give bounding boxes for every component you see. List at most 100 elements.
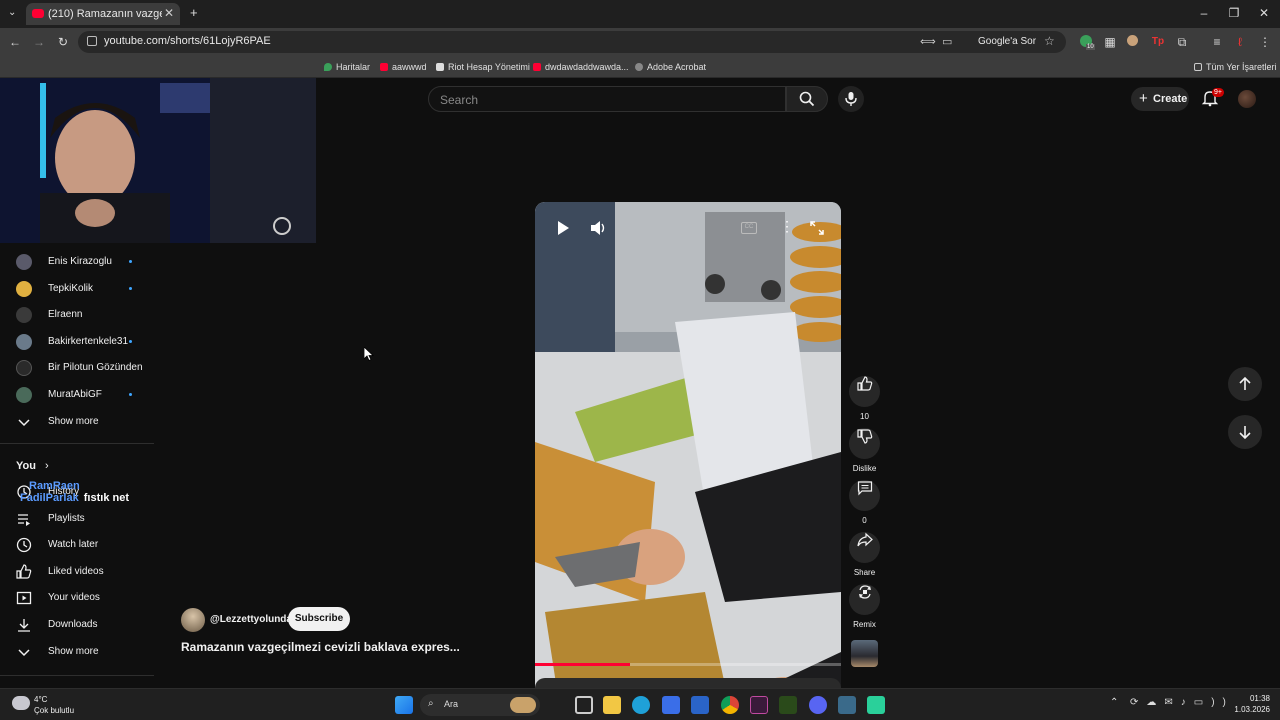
- short-title[interactable]: Ramazanın vazgeçilmezi cevizli baklava e…: [181, 640, 460, 654]
- discord-icon[interactable]: [809, 696, 827, 714]
- file-explorer-icon[interactable]: [603, 696, 621, 714]
- tab-list-chevron-icon[interactable]: ⌄: [8, 7, 16, 18]
- app-gear-icon[interactable]: [838, 696, 856, 714]
- channel-name[interactable]: @Lezzettyolunda: [210, 614, 292, 625]
- mail-icon[interactable]: [691, 696, 709, 714]
- arrow-up-icon: [1239, 376, 1251, 390]
- weather-icon[interactable]: [12, 696, 30, 710]
- subscription-elraenn[interactable]: Elraenn: [0, 304, 154, 326]
- clock-date: 1.03.2026: [1234, 705, 1270, 714]
- bookmark-adobe[interactable]: Adobe Acrobat: [635, 62, 706, 72]
- like-button[interactable]: 10: [849, 369, 880, 421]
- dislike-button[interactable]: Dislike: [849, 421, 880, 473]
- fullscreen-icon[interactable]: [810, 221, 824, 235]
- new-tab-icon[interactable]: +: [190, 5, 198, 20]
- minimize-icon[interactable]: –: [1194, 6, 1214, 20]
- browser-menu-icon[interactable]: ⋮: [1258, 35, 1272, 49]
- nav-your-videos[interactable]: Your videos: [0, 587, 154, 609]
- you-heading-label: You: [16, 460, 36, 472]
- show-more-you[interactable]: Show more: [0, 641, 154, 663]
- search-input[interactable]: Search: [428, 86, 786, 112]
- cast-icon[interactable]: ▭: [942, 35, 952, 48]
- show-more-subscriptions[interactable]: Show more: [0, 411, 154, 433]
- app-green-icon[interactable]: [779, 696, 797, 714]
- address-bar[interactable]: youtube.com/shorts/61LojyR6PAE ⟺ ▭ Googl…: [78, 31, 1066, 53]
- tray-chevron-up-icon[interactable]: ⌃: [1110, 697, 1118, 708]
- windows-start-icon[interactable]: [395, 696, 413, 714]
- restore-icon[interactable]: ❐: [1224, 6, 1244, 20]
- notification-count-badge: 9+: [1212, 88, 1224, 97]
- next-short-preview[interactable]: [535, 678, 841, 688]
- forward-icon[interactable]: →: [32, 35, 46, 49]
- remix-button[interactable]: Remix: [849, 577, 880, 629]
- play-icon[interactable]: [555, 220, 571, 236]
- search-button[interactable]: [786, 86, 828, 112]
- extension-tp-icon[interactable]: Tp: [1151, 35, 1165, 49]
- shorts-video-player[interactable]: CC ⋮: [535, 202, 841, 688]
- channel-avatar: [16, 360, 32, 376]
- google-ask-button[interactable]: Google'a Sor: [962, 34, 1042, 50]
- nav-playlists[interactable]: Playlists: [0, 508, 154, 530]
- bookmark-haritalar[interactable]: Haritalar: [324, 62, 370, 72]
- voice-search-button[interactable]: [838, 86, 864, 112]
- site-info-icon[interactable]: [87, 36, 97, 46]
- more-options-icon[interactable]: ⋮: [780, 218, 794, 235]
- channel-avatar[interactable]: [181, 608, 205, 632]
- profile-icon[interactable]: ℓ: [1233, 35, 1247, 49]
- app-v-icon[interactable]: [750, 696, 768, 714]
- close-tab-icon[interactable]: ✕: [164, 6, 174, 20]
- thumbs-up-icon: [16, 564, 32, 579]
- share-button[interactable]: Share: [849, 525, 880, 577]
- chrome-icon[interactable]: [721, 696, 739, 714]
- task-view-icon[interactable]: [575, 696, 593, 714]
- subscription-bir-pilotun-gozunden[interactable]: Bir Pilotun Gözünden: [0, 357, 154, 379]
- subscription-enis-kirazoglu[interactable]: Enis Kirazoglu: [0, 251, 154, 273]
- nav-liked-videos[interactable]: Liked videos: [0, 561, 154, 583]
- back-icon[interactable]: ←: [8, 35, 22, 49]
- comments-button[interactable]: 0: [849, 473, 880, 525]
- sound-thumbnail[interactable]: [851, 640, 878, 667]
- nav-downloads[interactable]: Downloads: [0, 614, 154, 636]
- nav-label: Your videos: [48, 592, 100, 603]
- new-content-dot: [129, 287, 132, 290]
- next-short-button[interactable]: [1228, 415, 1262, 449]
- extensions-puzzle-icon[interactable]: ⧉: [1175, 35, 1189, 49]
- show-more-label: Show more: [48, 416, 99, 427]
- browser-tab-active[interactable]: (210) Ramazanın vazgeçilmezi cevizli bak…: [26, 3, 180, 25]
- arrow-down-icon: [1239, 426, 1251, 440]
- system-clock[interactable]: 01:38 1.03.2026: [1226, 693, 1270, 715]
- subscription-muratabigf[interactable]: MuratAbiGF: [0, 384, 154, 406]
- nav-watch-later[interactable]: Watch later: [0, 534, 154, 556]
- subscription-bakirkertenkele31[interactable]: Bakirkertenkele31: [0, 331, 154, 353]
- taskbar-search[interactable]: ⌕ Ara: [420, 694, 540, 716]
- subscription-tepkikolik[interactable]: TepkiKolik: [0, 278, 154, 300]
- extension-cookie-icon[interactable]: [1127, 35, 1141, 49]
- reload-icon[interactable]: ↻: [56, 35, 70, 49]
- bookmarks-bar: Haritalar aawwwd Riot Hesap Yönetimi dwd…: [0, 56, 1280, 78]
- subscribe-button[interactable]: Subscribe: [288, 607, 350, 631]
- video-progress-bar[interactable]: [535, 663, 841, 666]
- sidebar-divider: [0, 675, 154, 676]
- all-bookmarks[interactable]: Tüm Yer İşaretleri: [1194, 62, 1277, 72]
- translate-icon[interactable]: ⟺: [920, 35, 936, 48]
- captions-icon[interactable]: CC: [741, 222, 757, 234]
- edge-icon[interactable]: [632, 696, 650, 714]
- new-content-dot: [129, 393, 132, 396]
- bookmark-star-icon[interactable]: ☆: [1044, 34, 1055, 48]
- store-icon[interactable]: [662, 696, 680, 714]
- bookmark-riot[interactable]: Riot Hesap Yönetimi: [436, 62, 530, 72]
- create-button[interactable]: + Create: [1131, 87, 1189, 111]
- close-window-icon[interactable]: ✕: [1254, 6, 1274, 20]
- volume-icon[interactable]: [590, 220, 606, 236]
- tray-icons[interactable]: ⟳☁✉♪▭)): [1130, 697, 1234, 708]
- bookmark-aawwwd[interactable]: aawwwd: [380, 62, 427, 72]
- previous-short-button[interactable]: [1228, 367, 1262, 401]
- url-text[interactable]: youtube.com/shorts/61LojyR6PAE: [104, 35, 271, 47]
- you-section-heading[interactable]: You ›: [16, 460, 49, 472]
- account-avatar[interactable]: [1238, 90, 1256, 108]
- reading-list-icon[interactable]: ≡: [1210, 35, 1224, 49]
- bookmark-dwdaw[interactable]: dwdawdaddwawda...: [533, 62, 629, 72]
- extension-icon[interactable]: ▦: [1103, 35, 1117, 49]
- app-teal-icon[interactable]: [867, 696, 885, 714]
- new-content-dot: [129, 260, 132, 263]
